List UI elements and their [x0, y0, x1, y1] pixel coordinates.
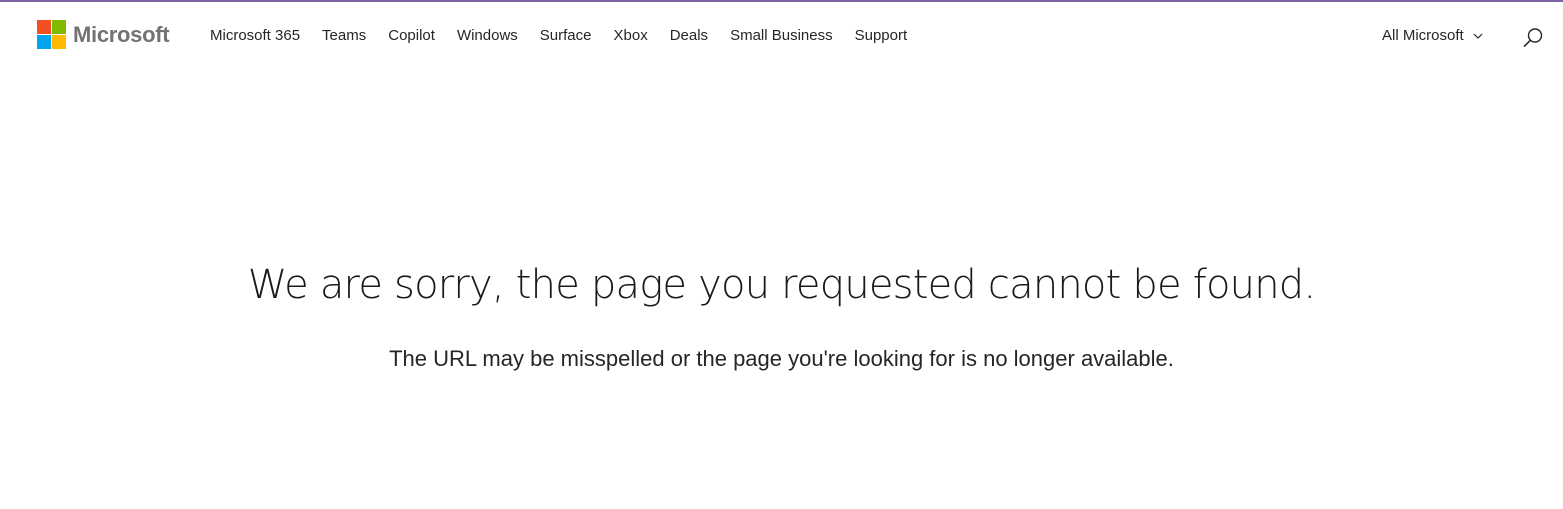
nav-item-microsoft-365[interactable]: Microsoft 365 [210, 27, 300, 44]
error-headline: We are sorry, the page you requested can… [247, 262, 1316, 308]
logo-square-red [37, 20, 51, 34]
chevron-down-icon [1473, 33, 1483, 39]
microsoft-logo-link[interactable]: Microsoft [37, 20, 170, 49]
search-icon[interactable] [1522, 27, 1544, 49]
nav-item-copilot[interactable]: Copilot [388, 27, 435, 44]
main-nav: Microsoft 365 Teams Copilot Windows Surf… [210, 27, 929, 44]
all-microsoft-menu-button[interactable]: All Microsoft [1382, 27, 1484, 44]
logo-square-green [52, 20, 66, 34]
logo-square-blue [37, 35, 51, 49]
all-microsoft-label: All Microsoft [1382, 27, 1464, 44]
nav-item-windows[interactable]: Windows [457, 27, 518, 44]
logo-square-yellow [52, 35, 66, 49]
nav-item-support[interactable]: Support [855, 27, 908, 44]
nav-item-small-business[interactable]: Small Business [730, 27, 833, 44]
microsoft-logo-icon [37, 20, 66, 49]
nav-item-xbox[interactable]: Xbox [614, 27, 648, 44]
nav-item-teams[interactable]: Teams [322, 27, 366, 44]
error-content: We are sorry, the page you requested can… [0, 0, 1563, 509]
nav-item-deals[interactable]: Deals [670, 27, 708, 44]
site-header: Microsoft Microsoft 365 Teams Copilot Wi… [0, 2, 1563, 68]
nav-item-surface[interactable]: Surface [540, 27, 592, 44]
error-message: The URL may be misspelled or the page yo… [389, 346, 1174, 371]
logo-wordmark: Microsoft [73, 21, 170, 47]
